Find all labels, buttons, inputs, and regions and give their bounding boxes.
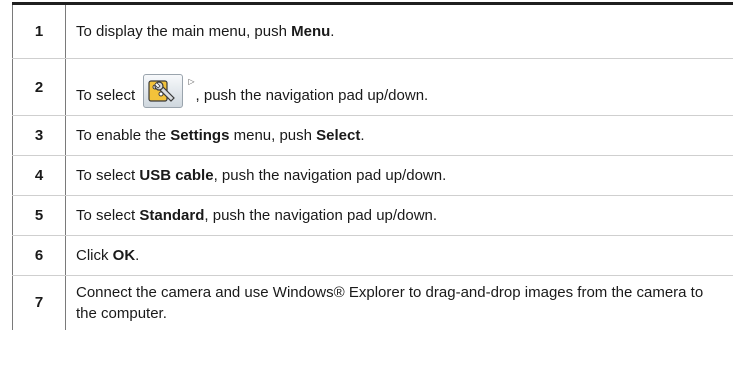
step-text-part: . [360, 127, 365, 144]
step-row-3: 3 To enable the Settings menu, push Sele… [12, 115, 733, 156]
step-row-6: 6 Click OK. [12, 235, 733, 276]
step-number: 3 [12, 115, 66, 156]
step-text-part: To enable the [76, 127, 171, 144]
step-row-2: 2 To select ▷, push the navigation pad u… [12, 58, 733, 116]
step-text-part: , push the navigation pad up/down. [195, 87, 429, 104]
step-text: To select ▷, push the navigation pad up/… [65, 58, 733, 116]
ok-label: OK [112, 247, 136, 264]
settings-menu-label: Settings [170, 127, 230, 144]
step-text: To select USB cable, push the navigation… [65, 155, 733, 196]
step-text: Click OK. [65, 235, 733, 276]
standard-label: Standard [139, 207, 205, 224]
step-text: To display the main menu, push Menu. [65, 2, 733, 59]
step-row-5: 5 To select Standard, push the navigatio… [12, 195, 733, 236]
step-text: To enable the Settings menu, push Select… [65, 115, 733, 156]
step-text: To select Standard, push the navigation … [65, 195, 733, 236]
step-text-part: . [135, 247, 140, 264]
step-text-part: To select [76, 87, 140, 104]
step-number: 6 [12, 235, 66, 276]
step-row-4: 4 To select USB cable, push the navigati… [12, 155, 733, 196]
step-text-part: . [330, 23, 335, 40]
step-row-1: 1 To display the main menu, push Menu. [12, 2, 733, 59]
step-text-part: To display the main menu, push [76, 23, 292, 40]
step-number: 5 [12, 195, 66, 236]
step-number: 2 [12, 58, 66, 116]
step-number: 4 [12, 155, 66, 196]
step-text-part: To select [76, 167, 140, 184]
step-text-part: Click [76, 247, 113, 264]
menu-key-label: Menu [291, 23, 331, 40]
step-row-7: 7 Connect the camera and use Windows® Ex… [12, 275, 733, 330]
submenu-arrow-icon: ▷ [188, 77, 195, 86]
settings-button [143, 74, 184, 108]
step-text-part: , push the navigation pad up/down. [204, 207, 438, 224]
step-text: Connect the camera and use Windows® Expl… [76, 283, 704, 322]
wrench-settings-icon [148, 80, 176, 102]
select-key-label: Select [316, 127, 361, 144]
usb-cable-label: USB cable [139, 167, 214, 184]
step-text-part: To select [76, 207, 140, 224]
step-number: 1 [12, 2, 66, 59]
steps-table: 1 To display the main menu, push Menu. 2… [12, 2, 733, 330]
step-number: 7 [12, 275, 66, 330]
step-text-part: menu, push [229, 127, 317, 144]
step-text-part: , push the navigation pad up/down. [213, 167, 447, 184]
